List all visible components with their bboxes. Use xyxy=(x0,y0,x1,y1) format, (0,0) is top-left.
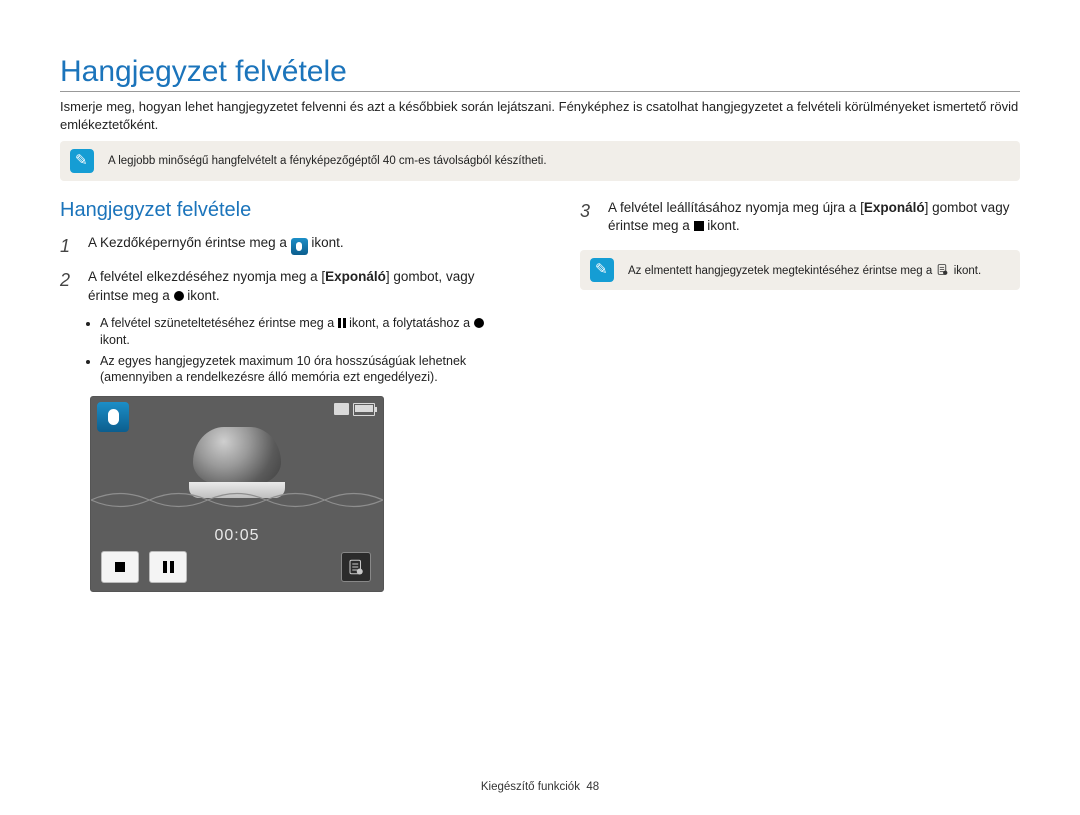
record-dot-icon xyxy=(474,318,484,328)
note-icon xyxy=(590,258,614,282)
step-1: 1 A Kezdőképernyőn érintse meg a ikont. xyxy=(60,234,500,258)
recorder-screenshot: 00:05 xyxy=(90,396,384,592)
step-1-text: A Kezdőképernyőn érintse meg a ikont. xyxy=(88,234,500,258)
recording-timer: 00:05 xyxy=(214,527,259,545)
page-footer: Kiegészítő funkciók 48 xyxy=(0,781,1080,793)
tip-text: A legjobb minőségű hangfelvételt a fényk… xyxy=(108,155,547,167)
sd-card-icon xyxy=(334,403,349,415)
step-3-text: A felvétel leállításához nyomja meg újra… xyxy=(608,199,1020,235)
memo-list-icon xyxy=(347,558,365,576)
list-item: A felvétel szüneteltetéséhez érintse meg… xyxy=(100,315,500,349)
recorder-controls xyxy=(101,551,187,583)
stop-button[interactable] xyxy=(101,551,139,583)
waveform-decoration xyxy=(91,485,383,515)
page-title: Hangjegyzet felvétele xyxy=(60,55,1020,92)
section-heading: Hangjegyzet felvétele xyxy=(60,199,500,222)
step-number: 2 xyxy=(60,268,78,304)
note-icon xyxy=(70,149,94,173)
left-column: Hangjegyzet felvétele 1 A Kezdőképernyőn… xyxy=(60,199,500,592)
list-item: Az egyes hangjegyzetek maximum 10 óra ho… xyxy=(100,353,500,387)
right-column: 3 A felvétel leállításához nyomja meg új… xyxy=(580,199,1020,592)
step-number: 3 xyxy=(580,199,598,235)
tip-box-playback: Az elmentett hangjegyzetek megtekintéséh… xyxy=(580,250,1020,290)
pause-icon xyxy=(163,561,174,573)
footer-section: Kiegészítő funkciók xyxy=(481,781,580,793)
memo-list-icon xyxy=(935,263,950,276)
step-2: 2 A felvétel elkezdéséhez nyomja meg a [… xyxy=(60,268,500,304)
tip-box-distance: A legjobb minőségű hangfelvételt a fényk… xyxy=(60,141,1020,181)
microphone-icon xyxy=(291,238,308,255)
battery-icon xyxy=(353,403,375,416)
step-2-bullets: A felvétel szüneteltetéséhez érintse meg… xyxy=(100,315,500,387)
stop-icon xyxy=(115,562,125,572)
recorder-mode-icon xyxy=(97,402,129,432)
memo-list-button[interactable] xyxy=(341,552,371,582)
record-dot-icon xyxy=(174,291,184,301)
step-2-text: A felvétel elkezdéséhez nyomja meg a [Ex… xyxy=(88,268,500,304)
intro-text: Ismerje meg, hogyan lehet hangjegyzetet … xyxy=(60,98,1020,133)
pause-button[interactable] xyxy=(149,551,187,583)
status-icons xyxy=(334,403,375,416)
manual-page: Hangjegyzet felvétele Ismerje meg, hogya… xyxy=(0,0,1080,815)
step-number: 1 xyxy=(60,234,78,258)
content-columns: Hangjegyzet felvétele 1 A Kezdőképernyőn… xyxy=(60,199,1020,592)
pause-icon xyxy=(338,318,346,328)
step-3: 3 A felvétel leállításához nyomja meg új… xyxy=(580,199,1020,235)
tip-text: Az elmentett hangjegyzetek megtekintéséh… xyxy=(628,263,981,277)
footer-page-number: 48 xyxy=(586,781,599,793)
stop-square-icon xyxy=(694,221,704,231)
